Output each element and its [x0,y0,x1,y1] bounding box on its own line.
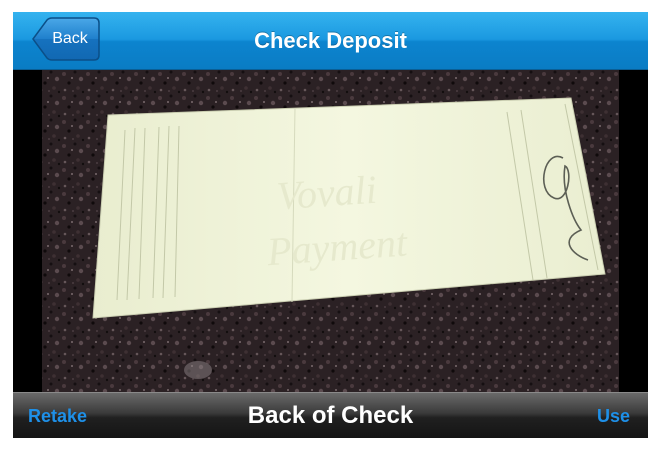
page-title: Check Deposit [254,28,407,53]
back-button-label: Back [52,30,88,47]
svg-text:Vovali: Vovali [275,167,378,219]
toolbar-title: Back of Check [247,402,414,429]
check-photo: Vovali Payment [13,70,648,392]
back-button[interactable]: Back [32,17,100,61]
use-button[interactable]: Use [597,393,630,438]
camera-preview: Vovali Payment [13,70,648,392]
app-screen: Check Deposit Back Vovali Payment Back o… [13,12,648,438]
retake-button[interactable]: Retake [28,393,87,438]
bottom-toolbar: Back of Check Retake Use [13,392,648,438]
navigation-bar: Check Deposit Back [13,12,648,70]
